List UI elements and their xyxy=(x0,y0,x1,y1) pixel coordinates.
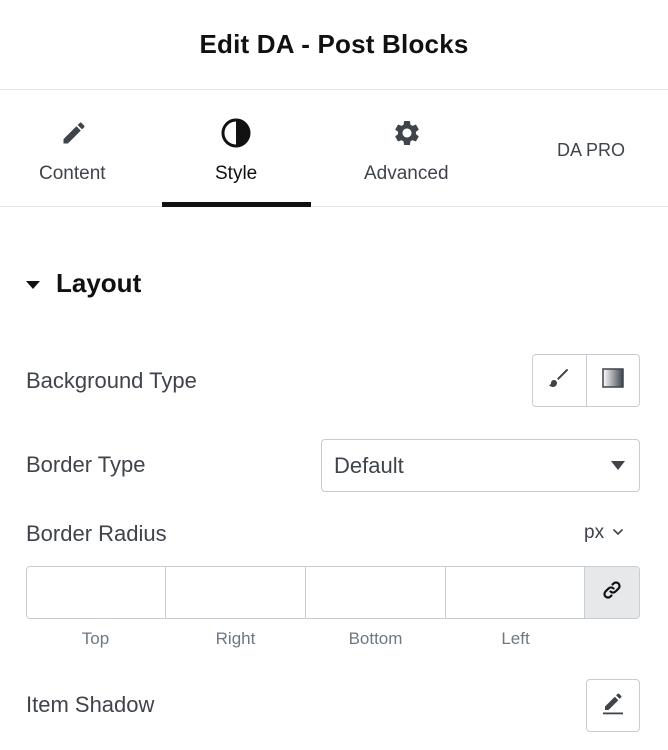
radius-right-label: Right xyxy=(215,629,256,648)
unit-value: px xyxy=(584,522,605,543)
pencil-underline-icon xyxy=(600,690,626,721)
radius-left-input[interactable] xyxy=(446,567,585,618)
half-circle-icon xyxy=(221,118,251,148)
chevron-down-icon xyxy=(612,523,624,541)
radius-top-input[interactable] xyxy=(27,567,166,618)
link-icon xyxy=(600,578,624,607)
tab-da-pro[interactable]: DA PRO xyxy=(540,90,650,207)
tab-style-label: Style xyxy=(215,163,258,184)
radius-right-input[interactable] xyxy=(166,567,306,618)
section-title: Layout xyxy=(56,268,142,298)
caret-down-icon xyxy=(611,461,625,470)
border-type-select[interactable]: Default xyxy=(321,439,640,492)
tab-advanced-label: Advanced xyxy=(364,163,449,184)
panel-header: Edit DA - Post Blocks xyxy=(0,0,668,90)
active-tab-indicator xyxy=(162,202,311,207)
background-type-control xyxy=(532,354,640,407)
tab-style[interactable]: Style xyxy=(162,90,311,207)
tab-advanced[interactable]: Advanced xyxy=(330,90,480,207)
link-values-button[interactable] xyxy=(585,567,639,618)
tab-content-label: Content xyxy=(39,163,106,184)
border-radius-dimensions xyxy=(26,566,640,619)
background-classic-option[interactable] xyxy=(533,355,586,406)
gear-icon xyxy=(392,118,422,148)
item-shadow-edit-button[interactable] xyxy=(586,679,640,732)
radius-top-label: Top xyxy=(81,629,110,648)
radius-bottom-input[interactable] xyxy=(306,567,446,618)
background-gradient-option[interactable] xyxy=(585,355,640,406)
background-type-label: Background Type xyxy=(26,368,197,393)
tab-content[interactable]: Content xyxy=(0,90,148,207)
item-shadow-label: Item Shadow xyxy=(26,692,155,717)
radius-left-label: Left xyxy=(501,629,530,648)
pencil-icon xyxy=(59,118,89,148)
brush-icon xyxy=(547,366,571,395)
units-selector[interactable]: px xyxy=(584,522,624,544)
radius-bottom-label: Bottom xyxy=(348,629,403,648)
caret-down-icon xyxy=(26,280,40,289)
gradient-icon xyxy=(602,368,624,393)
section-layout-toggle[interactable]: Layout xyxy=(26,268,141,299)
tab-da-pro-label: DA PRO xyxy=(557,140,626,160)
border-type-value: Default xyxy=(334,452,404,478)
border-radius-label: Border Radius xyxy=(26,521,167,546)
panel-title: Edit DA - Post Blocks xyxy=(199,29,469,59)
border-type-label: Border Type xyxy=(26,452,146,477)
tab-bar: Content Style Advanced DA PRO xyxy=(0,90,668,207)
